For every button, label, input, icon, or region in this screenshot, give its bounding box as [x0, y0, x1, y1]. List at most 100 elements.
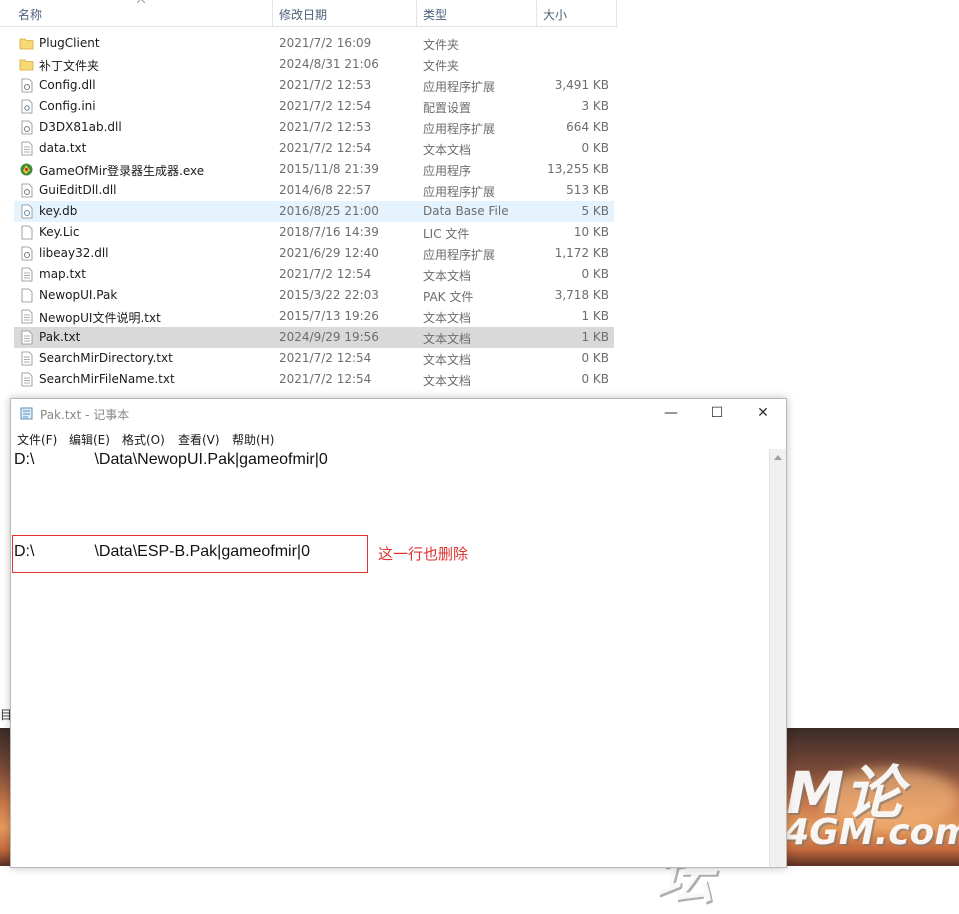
file-size: 13,255 KB	[547, 162, 609, 176]
file-size: 1 KB	[581, 309, 609, 323]
menu-edit[interactable]: 编辑(E)	[69, 431, 110, 448]
file-type: 文本文档	[423, 374, 472, 388]
exe-app-icon	[20, 163, 33, 176]
file-type: 文本文档	[423, 143, 472, 157]
file-type: 文本文档	[423, 311, 472, 325]
sort-ascending-icon[interactable]	[137, 0, 145, 4]
file-name: NewopUI文件说明.txt	[39, 311, 161, 325]
file-date: 2018/7/16 14:39	[279, 225, 379, 239]
line1-path-prefix: D:\	[14, 451, 35, 468]
file-size: 0 KB	[581, 267, 609, 281]
file-name: GameOfMir登录器生成器.exe	[39, 164, 205, 178]
annotation-note: 这一行也删除	[378, 545, 469, 563]
file-row[interactable]: Key.Lic 2018/7/16 14:39 LIC 文件 10 KB	[14, 222, 614, 243]
file-size: 1 KB	[581, 330, 609, 344]
file-row[interactable]: map.txt 2021/7/2 12:54 文本文档 0 KB	[14, 264, 614, 285]
file-name: GuiEditDll.dll	[39, 183, 117, 197]
blank-file-icon	[21, 288, 33, 303]
file-date: 2021/7/2 12:53	[279, 78, 372, 92]
close-icon: ✕	[757, 405, 769, 421]
file-type: 文本文档	[423, 353, 472, 367]
file-row[interactable]: Config.dll 2021/7/2 12:53 应用程序扩展 3,491 KB	[14, 75, 614, 96]
menu-view[interactable]: 查看(V)	[178, 431, 220, 448]
file-name: SearchMirFileName.txt	[39, 372, 175, 386]
file-row[interactable]: SearchMirFileName.txt 2021/7/2 12:54 文本文档 0…	[14, 369, 614, 390]
column-name-header[interactable]: 名称	[18, 6, 42, 23]
scroll-up-arrow-icon[interactable]	[774, 455, 782, 460]
column-size-header[interactable]: 大小	[543, 6, 567, 23]
file-row[interactable]: libeay32.dll 2021/6/29 12:40 应用程序扩展 1,172 K…	[14, 243, 614, 264]
file-size: 0 KB	[581, 141, 609, 155]
file-size: 3,718 KB	[554, 288, 609, 302]
file-date: 2021/7/2 12:54	[279, 141, 372, 155]
notepad-titlebar[interactable]: Pak.txt - 记事本 — ☐ ✕	[11, 399, 786, 427]
file-type: 文件夹	[423, 38, 460, 52]
menu-file[interactable]: 文件(F)	[17, 431, 57, 448]
file-size: 0 KB	[581, 372, 609, 386]
file-size: 1,172 KB	[554, 246, 609, 260]
folder-icon	[19, 38, 34, 50]
dll-file-icon	[21, 246, 33, 261]
file-date: 2024/9/29 19:56	[279, 330, 379, 344]
file-type: Data Base File	[423, 204, 509, 218]
notepad-menubar: 文件(F) 编辑(E) 格式(O) 查看(V) 帮助(H)	[11, 427, 786, 449]
file-date: 2021/7/2 16:09	[279, 36, 372, 50]
file-size: 0 KB	[581, 351, 609, 365]
file-row[interactable]: SearchMirDirectory.txt 2021/7/2 12:54 文本文档…	[14, 348, 614, 369]
file-name: SearchMirDirectory.txt	[39, 351, 173, 365]
blank-file-icon	[21, 225, 33, 240]
file-name: data.txt	[39, 141, 87, 155]
text-file-icon	[21, 351, 33, 366]
file-type: 应用程序扩展	[423, 122, 496, 136]
line2-path-prefix: D:\	[14, 543, 35, 560]
file-type: 应用程序扩展	[423, 80, 496, 94]
maximize-button[interactable]: ☐	[694, 399, 740, 427]
file-row[interactable]: GuiEditDll.dll 2014/6/8 22:57 应用程序扩展 513 KB	[14, 180, 614, 201]
column-type-header[interactable]: 类型	[423, 6, 447, 23]
menu-format[interactable]: 格式(O)	[122, 431, 165, 448]
file-date: 2015/11/8 21:39	[279, 162, 379, 176]
file-size: 513 KB	[566, 183, 609, 197]
dll-file-icon	[21, 78, 33, 93]
file-row[interactable]: key.db 2016/8/25 21:00 Data Base File 5 KB	[14, 201, 614, 222]
redacted-segment	[34, 545, 94, 559]
file-type: 文本文档	[423, 269, 472, 283]
text-file-icon	[21, 309, 33, 324]
text-file-icon	[21, 141, 33, 156]
text-editor-area[interactable]: D:\ \Data\NewopUI.Pak|gameofmir|0 D:\ \Dat…	[11, 449, 770, 867]
file-name: PlugClient	[39, 36, 100, 50]
file-size: 5 KB	[581, 204, 609, 218]
file-row[interactable]: NewopUI.Pak 2015/3/22 22:03 PAK 文件 3,718 KB	[14, 285, 614, 306]
column-date-header[interactable]: 修改日期	[279, 6, 327, 23]
menu-help[interactable]: 帮助(H)	[232, 431, 274, 448]
file-row[interactable]: NewopUI文件说明.txt 2015/7/13 19:26 文本文档 1 KB	[14, 306, 614, 327]
file-name: Key.Lic	[39, 225, 80, 239]
text-line-1: D:\ \Data\NewopUI.Pak|gameofmir|0	[14, 451, 328, 469]
dll-file-icon	[21, 120, 33, 135]
file-row[interactable]: GameOfMir登录器生成器.exe 2015/11/8 21:39 应用程序 13…	[14, 159, 614, 180]
close-button[interactable]: ✕	[740, 399, 786, 427]
notepad-app-icon	[20, 407, 33, 420]
file-row[interactable]: Config.ini 2021/7/2 12:54 配置设置 3 KB	[14, 96, 614, 117]
folder-icon	[19, 59, 34, 71]
file-size: 664 KB	[566, 120, 609, 134]
file-row[interactable]: data.txt 2021/7/2 12:54 文本文档 0 KB	[14, 138, 614, 159]
minimize-button[interactable]: —	[648, 399, 694, 427]
file-name: key.db	[39, 204, 78, 218]
file-type: 文本文档	[423, 332, 472, 346]
file-row[interactable]: D3DX81ab.dll 2021/7/2 12:53 应用程序扩展 664 KB	[14, 117, 614, 138]
file-date: 2024/8/31 21:06	[279, 57, 379, 71]
file-row[interactable]: 补丁文件夹 2024/8/31 21:06 文件夹	[14, 54, 614, 75]
vertical-scrollbar[interactable]	[769, 449, 786, 867]
notepad-window[interactable]: Pak.txt - 记事本 — ☐ ✕ 文件(F) 编辑(E) 格式(O) 查看…	[10, 398, 787, 868]
file-name: 补丁文件夹	[39, 59, 100, 73]
file-date: 2021/7/2 12:54	[279, 267, 372, 281]
file-row[interactable]: Pak.txt 2024/9/29 19:56 文本文档 1 KB	[14, 327, 614, 348]
file-size: 3 KB	[581, 99, 609, 113]
text-line-2: D:\ \Data\ESP-B.Pak|gameofmir|0	[14, 543, 310, 561]
file-type: 文件夹	[423, 59, 460, 73]
text-file-icon	[21, 372, 33, 387]
file-row[interactable]: PlugClient 2021/7/2 16:09 文件夹	[14, 33, 614, 54]
file-date: 2015/7/13 19:26	[279, 309, 379, 323]
file-name: D3DX81ab.dll	[39, 120, 122, 134]
